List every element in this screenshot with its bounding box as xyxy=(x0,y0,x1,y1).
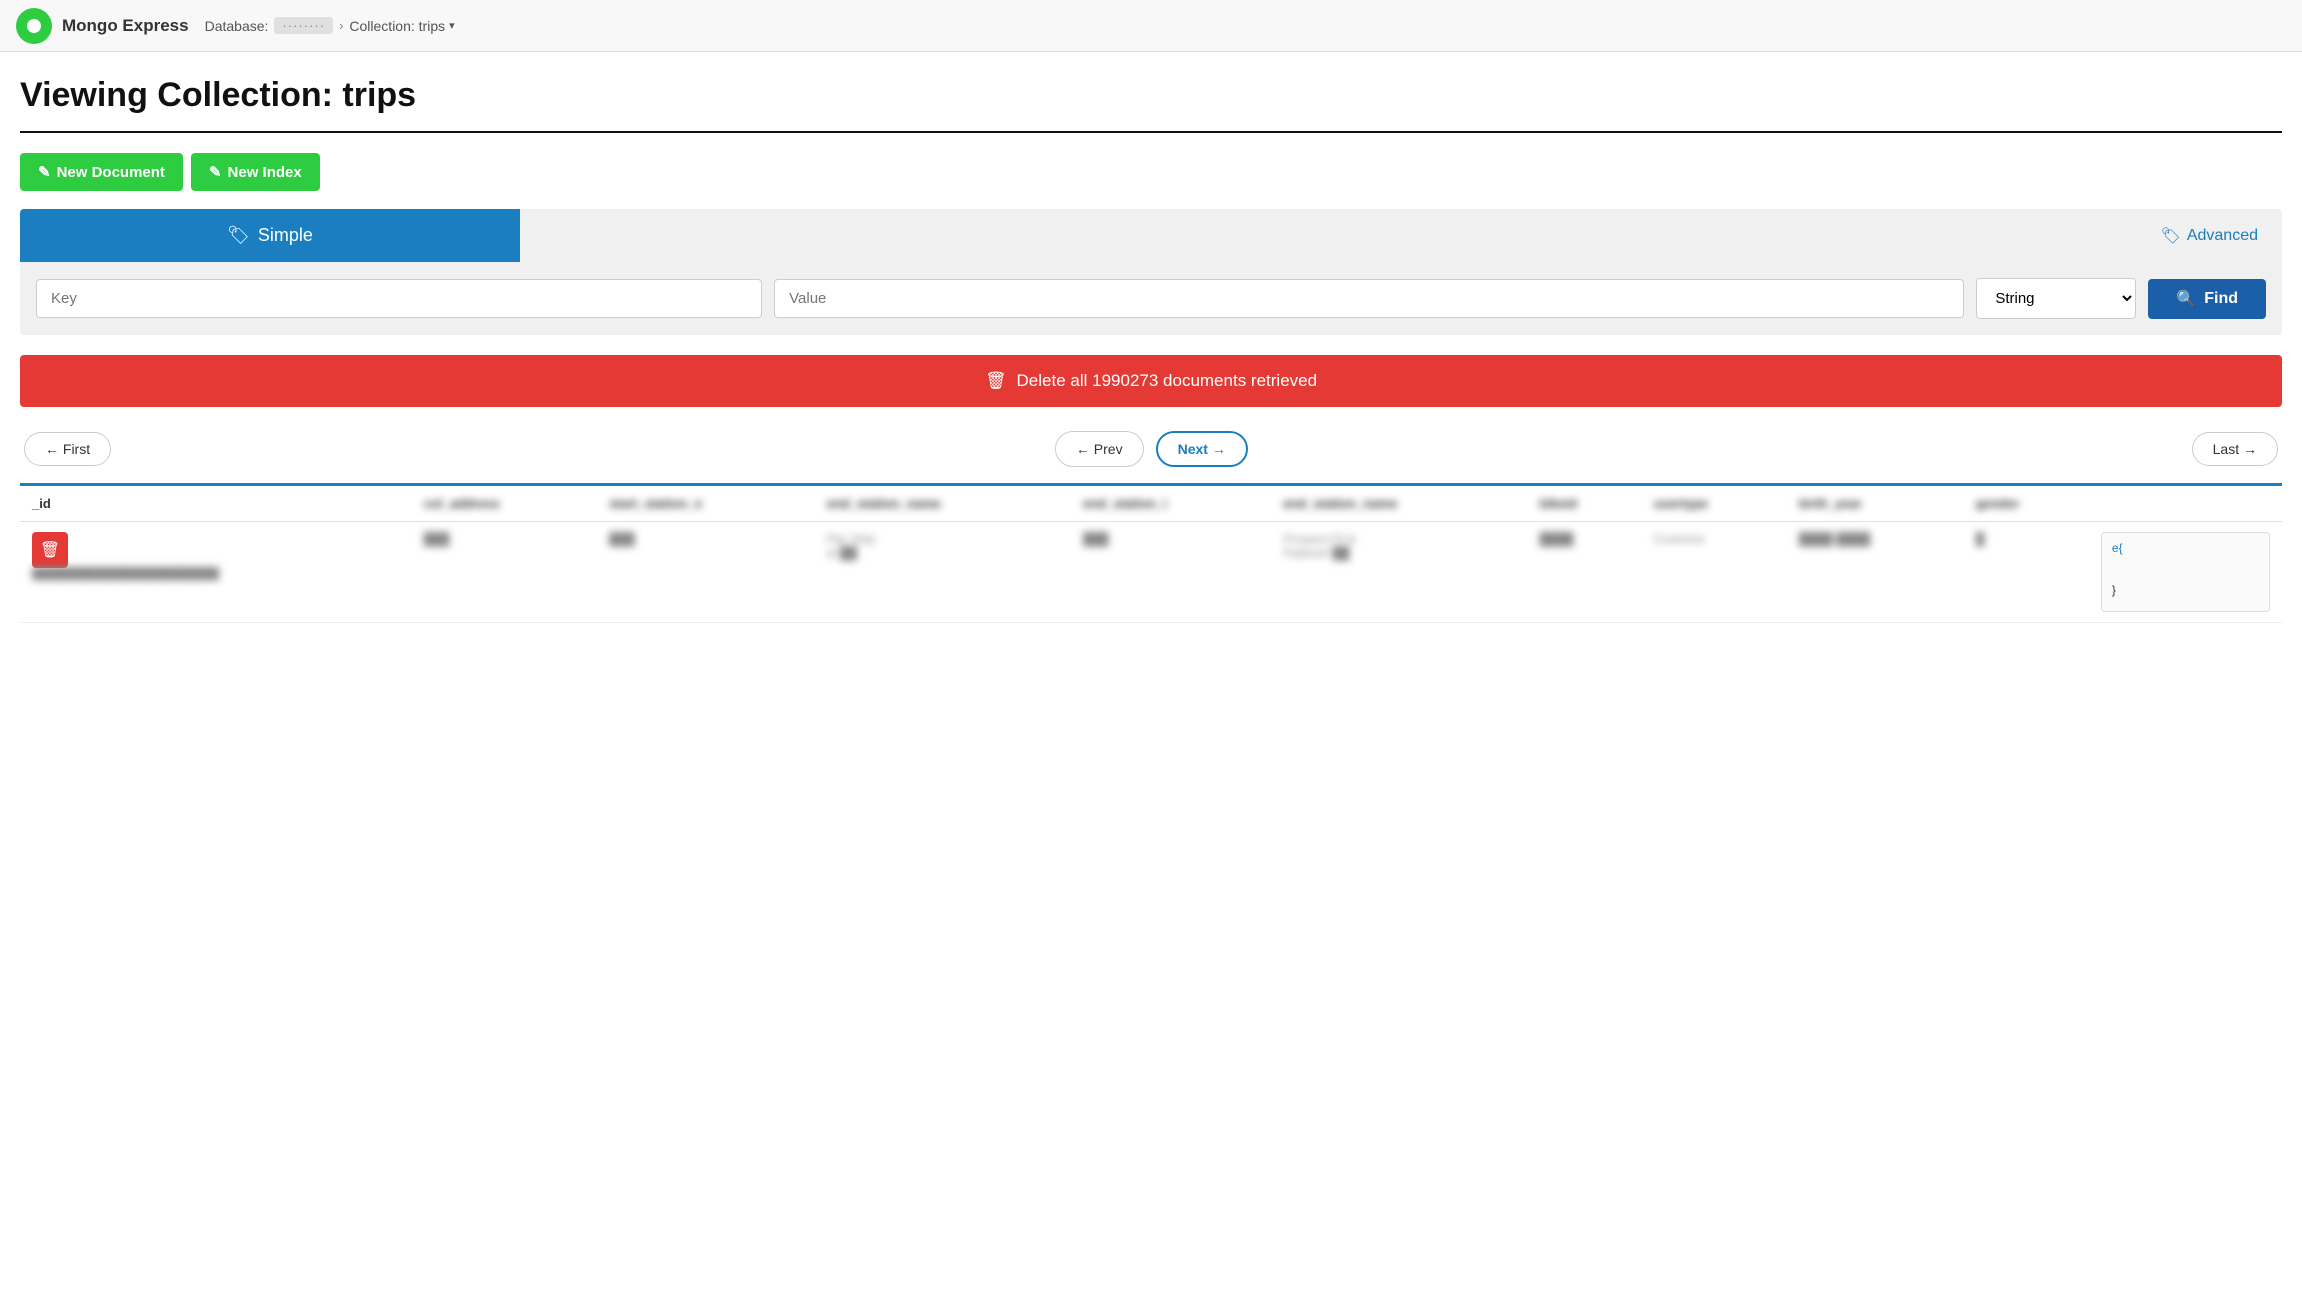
action-buttons: ✎ New Document ✎ New Index xyxy=(20,153,2282,191)
prev-label: ← Prev xyxy=(1076,441,1123,457)
documents-table-container: _id col_address start_station_n end_stat… xyxy=(20,483,2282,623)
tab-simple[interactable]: 🏷 Simple xyxy=(20,209,520,262)
main-content: Viewing Collection: trips ✎ New Document… xyxy=(0,52,2302,643)
col-actions xyxy=(2089,486,2282,522)
simple-tab-label: Simple xyxy=(258,225,313,246)
row-col3: Pier Shipat ██ xyxy=(815,522,1071,623)
prev-button[interactable]: ← Prev xyxy=(1055,431,1144,467)
next-button[interactable]: Next → xyxy=(1156,431,1248,467)
navbar: Mongo Express Database: ········ › Colle… xyxy=(0,0,2302,52)
search-fields: String Number Boolean Object Array Null … xyxy=(20,262,2282,335)
json-close: } xyxy=(2112,583,2116,597)
page-title: Viewing Collection: trips xyxy=(20,76,2282,115)
documents-table: _id col_address start_station_n end_stat… xyxy=(20,486,2282,623)
last-label: Last → xyxy=(2213,441,2257,457)
col-7: usertype xyxy=(1642,486,1787,522)
col-9: gender xyxy=(1964,486,2089,522)
pencil-icon-2: ✎ xyxy=(209,163,222,181)
col-2: start_station_n xyxy=(597,486,815,522)
new-document-button[interactable]: ✎ New Document xyxy=(20,153,183,191)
col-5: end_station_name xyxy=(1271,486,1527,522)
col-6: bikeid xyxy=(1528,486,1642,522)
breadcrumb-chevron: › xyxy=(339,18,343,33)
json-edit-link[interactable]: e{ xyxy=(2112,541,2123,555)
type-select[interactable]: String Number Boolean Object Array Null xyxy=(1976,278,2136,319)
col-4: end_station_i xyxy=(1071,486,1271,522)
new-index-label: New Index xyxy=(228,164,302,181)
col-id: _id xyxy=(20,486,412,522)
last-button[interactable]: Last → xyxy=(2192,432,2278,466)
col-1: col_address xyxy=(412,486,597,522)
find-label: Find xyxy=(2204,290,2238,308)
collection-label: Collection: trips xyxy=(349,18,445,34)
title-divider xyxy=(20,131,2282,133)
row-col6: ████ xyxy=(1528,522,1642,623)
table-header: _id col_address start_station_n end_stat… xyxy=(20,486,2282,522)
new-document-label: New Document xyxy=(57,164,165,181)
table-row: 🗑 ████████████████████████ ███ ███ Pier … xyxy=(20,522,2282,623)
row-json-cell: e{ } xyxy=(2089,522,2282,623)
col-8: birth_year xyxy=(1787,486,1964,522)
db-breadcrumb: Database: ········ › Collection: trips ▾ xyxy=(205,17,455,34)
value-input[interactable] xyxy=(774,279,1964,318)
find-button[interactable]: 🔍 Find xyxy=(2148,279,2266,319)
database-name: ········ xyxy=(274,17,333,34)
key-input[interactable] xyxy=(36,279,762,318)
pagination-center: ← Prev Next → xyxy=(1055,431,1248,467)
delete-all-button[interactable]: 🗑 Delete all 1990273 documents retrieved xyxy=(20,355,2282,407)
tag-icon-simple: 🏷 xyxy=(227,225,250,246)
database-label: Database: xyxy=(205,18,269,34)
delete-all-label: Delete all 1990273 documents retrieved xyxy=(1017,371,1318,391)
row-delete-cell: 🗑 ████████████████████████ xyxy=(20,522,412,623)
row-col4: ███ xyxy=(1071,522,1271,623)
row-col2: ███ xyxy=(597,522,815,623)
tag-icon-advanced: 🏷 xyxy=(2161,226,2181,246)
row-col8: ████ ████ xyxy=(1787,522,1964,623)
app-logo xyxy=(16,8,52,44)
tab-advanced[interactable]: 🏷 Advanced xyxy=(2137,210,2282,262)
row-col9: █ xyxy=(1964,522,2089,623)
col-3: end_station_name xyxy=(815,486,1071,522)
header-row: _id col_address start_station_n end_stat… xyxy=(20,486,2282,522)
search-tabs: 🏷 Simple 🏷 Advanced xyxy=(20,209,2282,262)
first-label: ← First xyxy=(45,441,90,457)
pencil-icon: ✎ xyxy=(38,163,51,181)
row-id: ████████████████████████ xyxy=(32,568,400,580)
collection-caret: ▾ xyxy=(449,19,455,32)
trash-icon: 🗑 xyxy=(985,371,1007,391)
row-col1: ███ xyxy=(412,522,597,623)
trash-row-icon: 🗑 xyxy=(40,540,60,560)
next-label: Next → xyxy=(1178,441,1226,457)
search-icon: 🔍 xyxy=(2176,289,2196,309)
collection-link[interactable]: Collection: trips ▾ xyxy=(349,18,454,34)
advanced-tab-label: Advanced xyxy=(2187,227,2258,245)
search-panel: 🏷 Simple 🏷 Advanced String Number Boolea… xyxy=(20,209,2282,335)
delete-row-button[interactable]: 🗑 xyxy=(32,532,68,568)
logo-leaf xyxy=(27,19,41,33)
row-col5: Prospect Pl &Flatbush ██ xyxy=(1271,522,1527,623)
app-name: Mongo Express xyxy=(62,16,189,36)
first-button[interactable]: ← First xyxy=(24,432,111,466)
table-body: 🗑 ████████████████████████ ███ ███ Pier … xyxy=(20,522,2282,623)
new-index-button[interactable]: ✎ New Index xyxy=(191,153,320,191)
row-col7: Customer xyxy=(1642,522,1787,623)
json-preview: e{ } xyxy=(2101,532,2270,612)
pagination-top: ← First ← Prev Next → Last → xyxy=(20,431,2282,467)
